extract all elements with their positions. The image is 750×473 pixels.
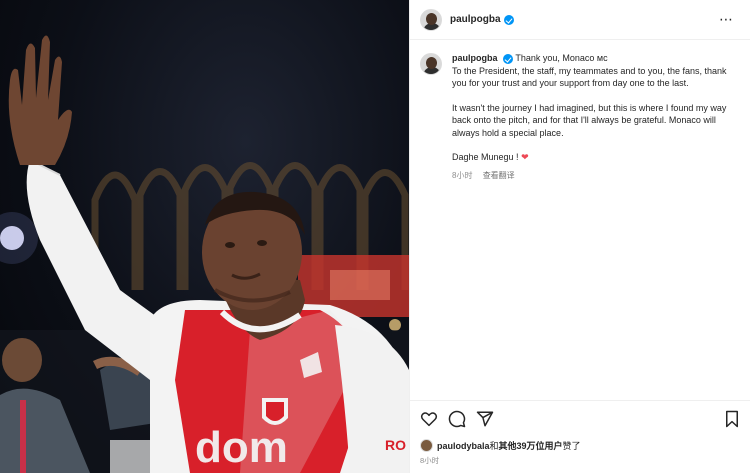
caption-para1: To the President, the staff, my teammate… [452,65,727,89]
caption-avatar[interactable] [420,53,442,75]
post-time: 8小时 [420,456,440,465]
caption-body: paulpogba Thank you, Monaco мс To the Pr… [452,52,732,182]
author-avatar[interactable] [420,8,442,31]
caption-line1: Thank you, Monaco мс [515,53,608,63]
author-username[interactable]: paulpogba [450,14,501,25]
caption-username[interactable]: paulpogba [452,53,498,63]
verified-badge-icon [503,14,514,25]
comment-icon[interactable] [448,410,466,428]
caption-meta: 8小时 查看翻译 [452,170,732,183]
caption-para3: Daghe Munegu ! [452,152,519,162]
caption-para3-line: Daghe Munegu ! ❤ [452,151,732,164]
see-translation-link[interactable]: 查看翻译 [483,171,515,180]
likes-count[interactable]: 其他39万位用户 [499,439,563,452]
action-bar [410,400,750,436]
likes-connector: 和 [489,441,499,451]
post-caption: paulpogba Thank you, Monaco мс To the Pr… [410,40,750,182]
share-icon[interactable] [476,410,494,428]
bookmark-icon[interactable] [723,410,741,428]
caption-time: 8小时 [452,170,473,180]
red-heart-emoji-icon: ❤ [521,152,529,162]
likes-suffix: 赞了 [562,441,581,451]
liker-username[interactable]: paulodybala [437,441,490,451]
caption-para2: It wasn't the journey I had imagined, bu… [452,102,727,138]
heart-icon[interactable] [420,410,438,428]
post-header: paulpogba ⋯ [410,0,750,40]
liker-avatar [420,439,433,452]
post-side-panel: paulpogba ⋯ paulpogba Thank you, Monaco … [409,0,750,473]
likes-summary[interactable]: paulodybala 和其他39万位用户 赞了 [420,439,581,452]
svg-text:dom: dom [195,423,288,472]
more-options-icon[interactable]: ⋯ [719,11,740,28]
caption-first-paragraph: paulpogba Thank you, Monaco мс To the Pr… [452,52,732,90]
post-photo[interactable]: dom RO [0,0,409,473]
caption-verified-badge-icon [503,53,514,64]
player-photo-illustration: dom RO [0,35,409,473]
svg-text:RO: RO [385,437,406,453]
